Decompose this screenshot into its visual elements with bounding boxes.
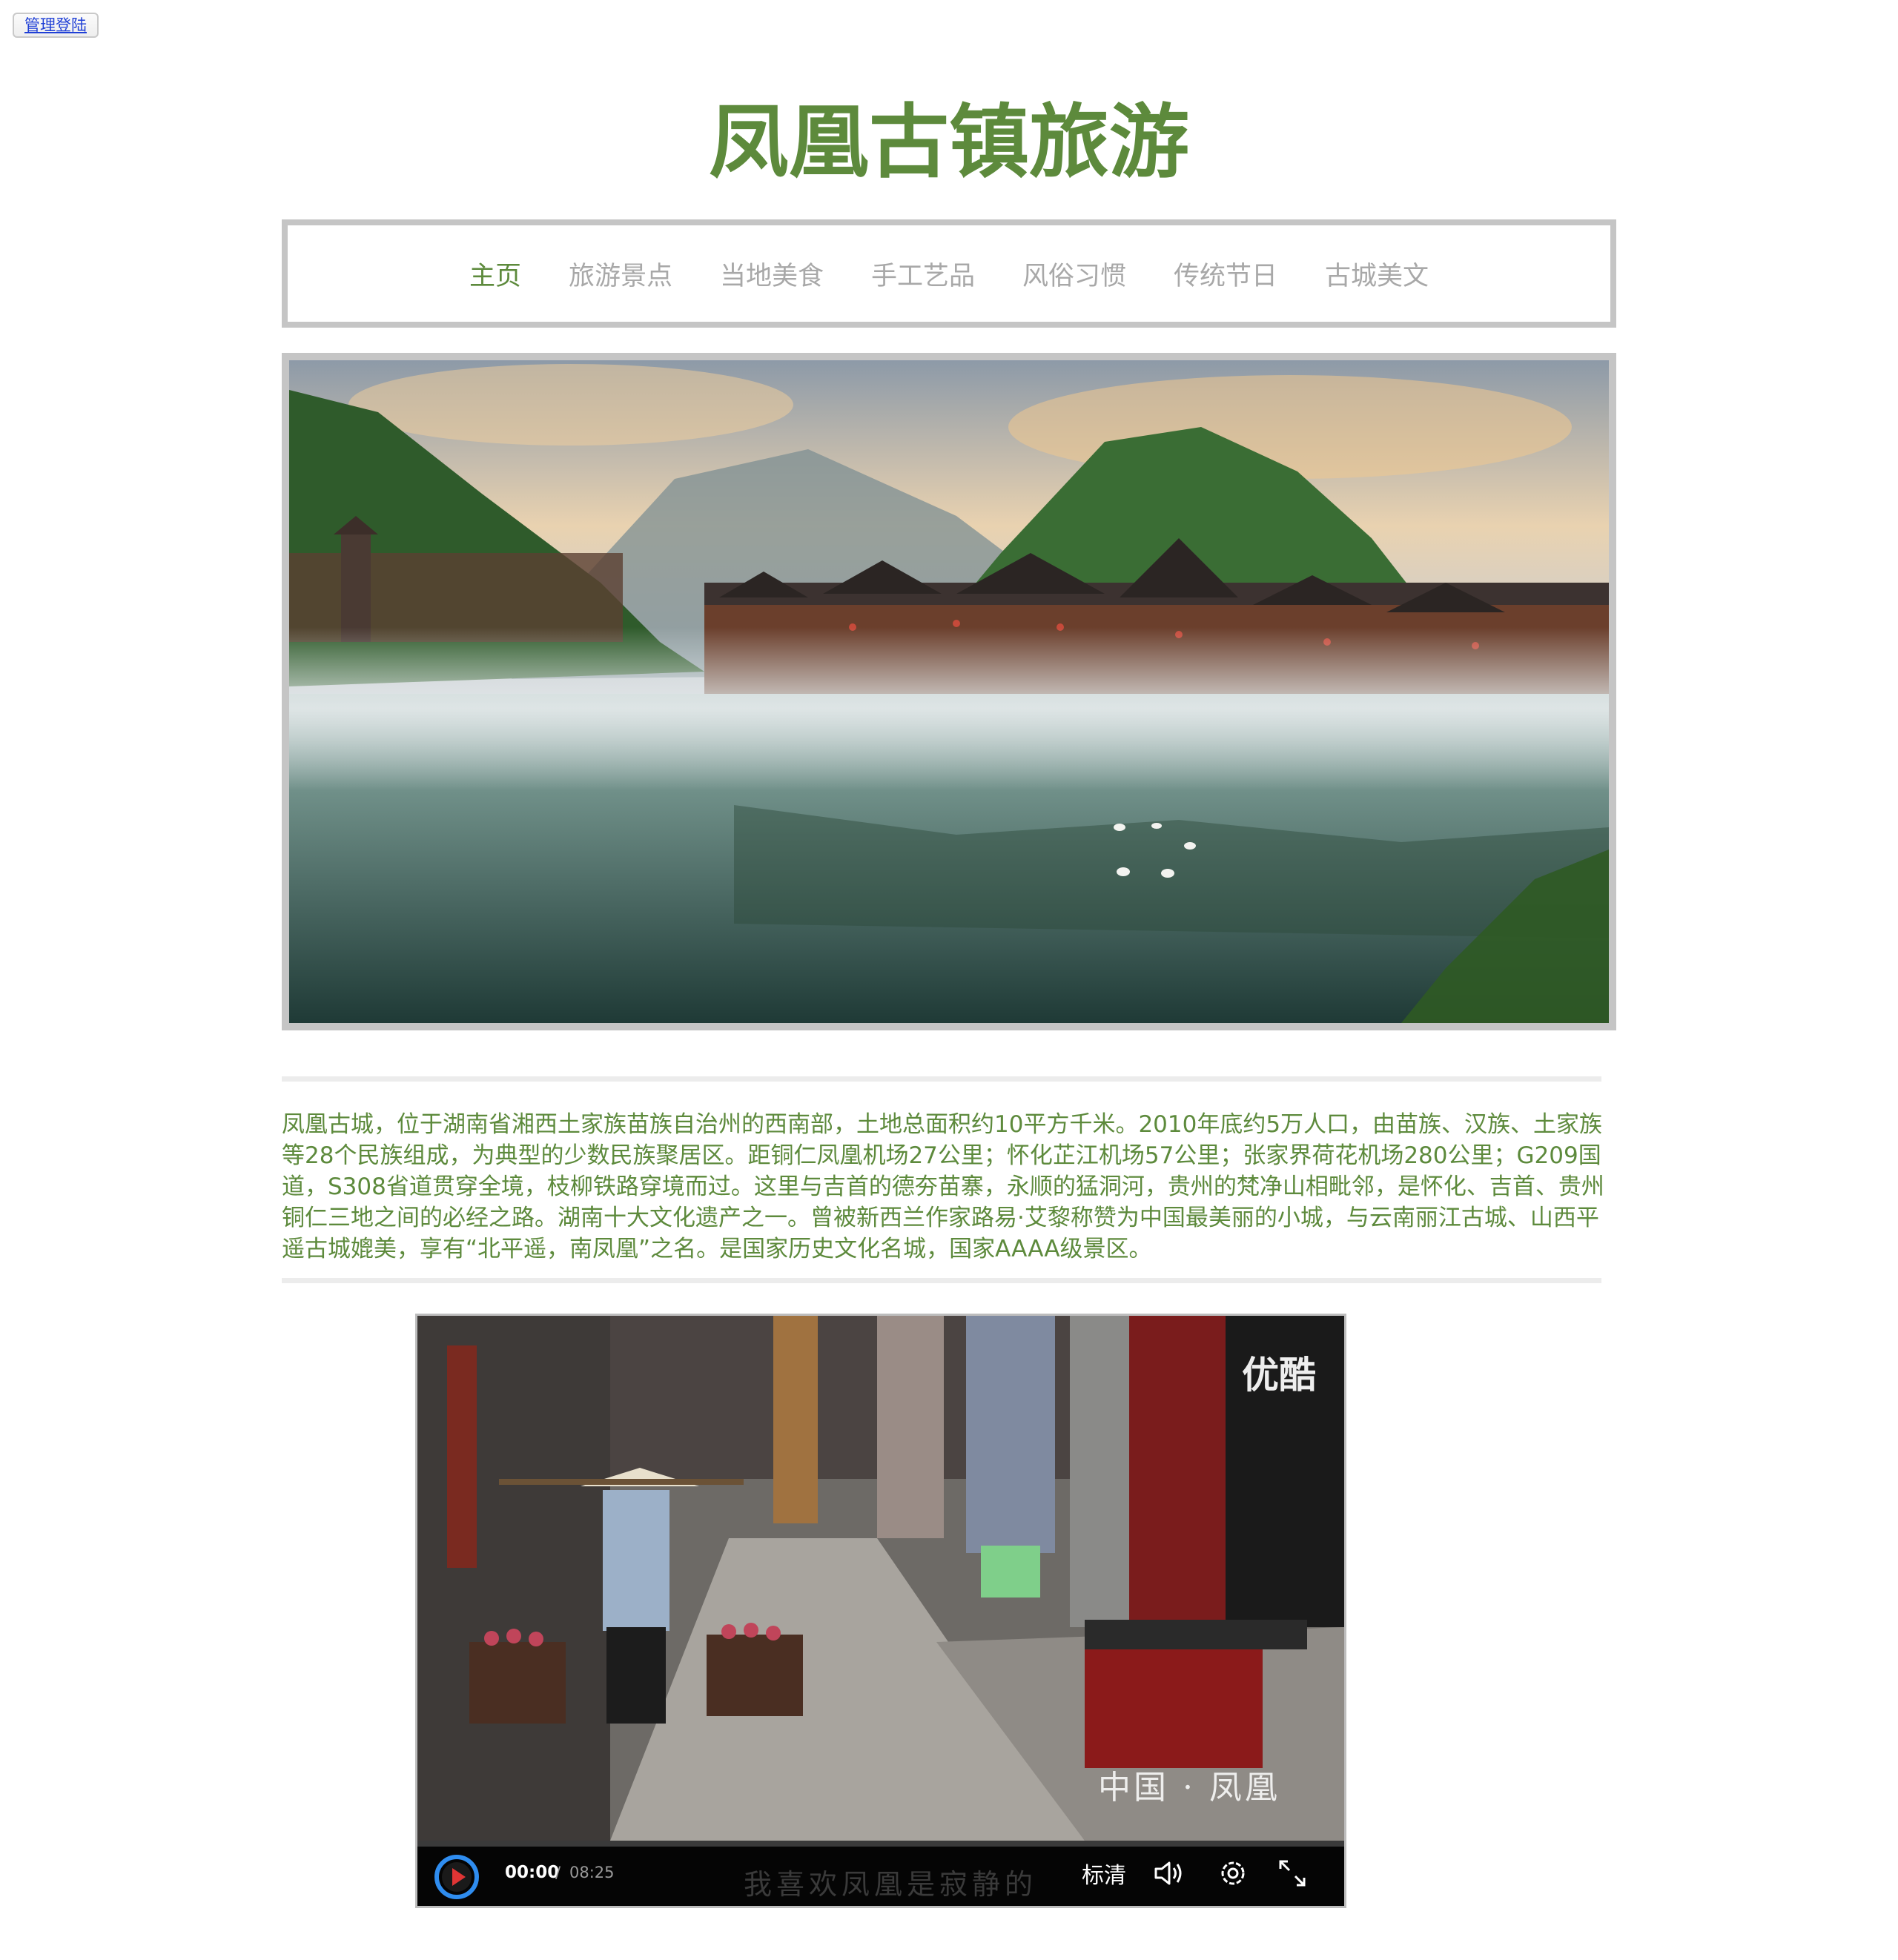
hero-landscape-illustration	[289, 360, 1609, 1023]
site-title: 凤凰古镇旅游	[708, 96, 1189, 189]
video-watermark: 中国 · 凤凰	[1098, 1769, 1280, 1807]
divider-top	[282, 1076, 1601, 1082]
time-separator: /	[555, 1864, 561, 1881]
video-controls: 00:00 / 08:25 我喜欢凤凰是寂静的 标清	[417, 1841, 1344, 1906]
progress-bar[interactable]	[417, 1841, 1344, 1847]
video-subtitle: 我喜欢凤凰是寂静的	[744, 1868, 1038, 1901]
nav-item-festivals[interactable]: 传统节日	[1174, 255, 1277, 293]
play-icon[interactable]	[434, 1854, 480, 1900]
nav-item-customs[interactable]: 风俗习惯	[1022, 255, 1126, 293]
nav-item-attractions[interactable]: 旅游景点	[569, 255, 672, 293]
total-duration: 08:25	[569, 1864, 615, 1881]
current-time: 00:00	[505, 1863, 560, 1882]
nav-item-food[interactable]: 当地美食	[720, 255, 824, 293]
page: 管理登陆 凤凰古镇旅游 主页 旅游景点 当地美食 手工艺品 风俗习惯 传统节日 …	[0, 0, 1898, 1960]
nav-item-crafts[interactable]: 手工艺品	[871, 255, 975, 293]
volume-icon[interactable]	[1151, 1855, 1187, 1891]
quality-selector[interactable]: 标清	[1082, 1857, 1126, 1890]
video-player[interactable]: 优酷 中国 · 凤凰 00:00 / 08:25 我喜欢凤凰是寂静的 标清	[415, 1314, 1346, 1908]
fullscreen-icon[interactable]	[1274, 1855, 1310, 1891]
hero-image	[282, 353, 1616, 1030]
intro-paragraph: 凤凰古城，位于湖南省湘西土家族苗族自治州的西南部，土地总面积约10平方千米。20…	[282, 1111, 1604, 1262]
nav-item-home[interactable]: 主页	[469, 255, 521, 293]
admin-login-button[interactable]: 管理登陆	[13, 13, 99, 38]
divider-bottom	[282, 1278, 1601, 1283]
main-nav: 主页 旅游景点 当地美食 手工艺品 风俗习惯 传统节日 古城美文	[282, 219, 1616, 328]
settings-icon[interactable]	[1215, 1855, 1251, 1891]
shop-sign: 优酷	[1242, 1354, 1316, 1397]
nav-item-essays[interactable]: 古城美文	[1325, 255, 1429, 293]
